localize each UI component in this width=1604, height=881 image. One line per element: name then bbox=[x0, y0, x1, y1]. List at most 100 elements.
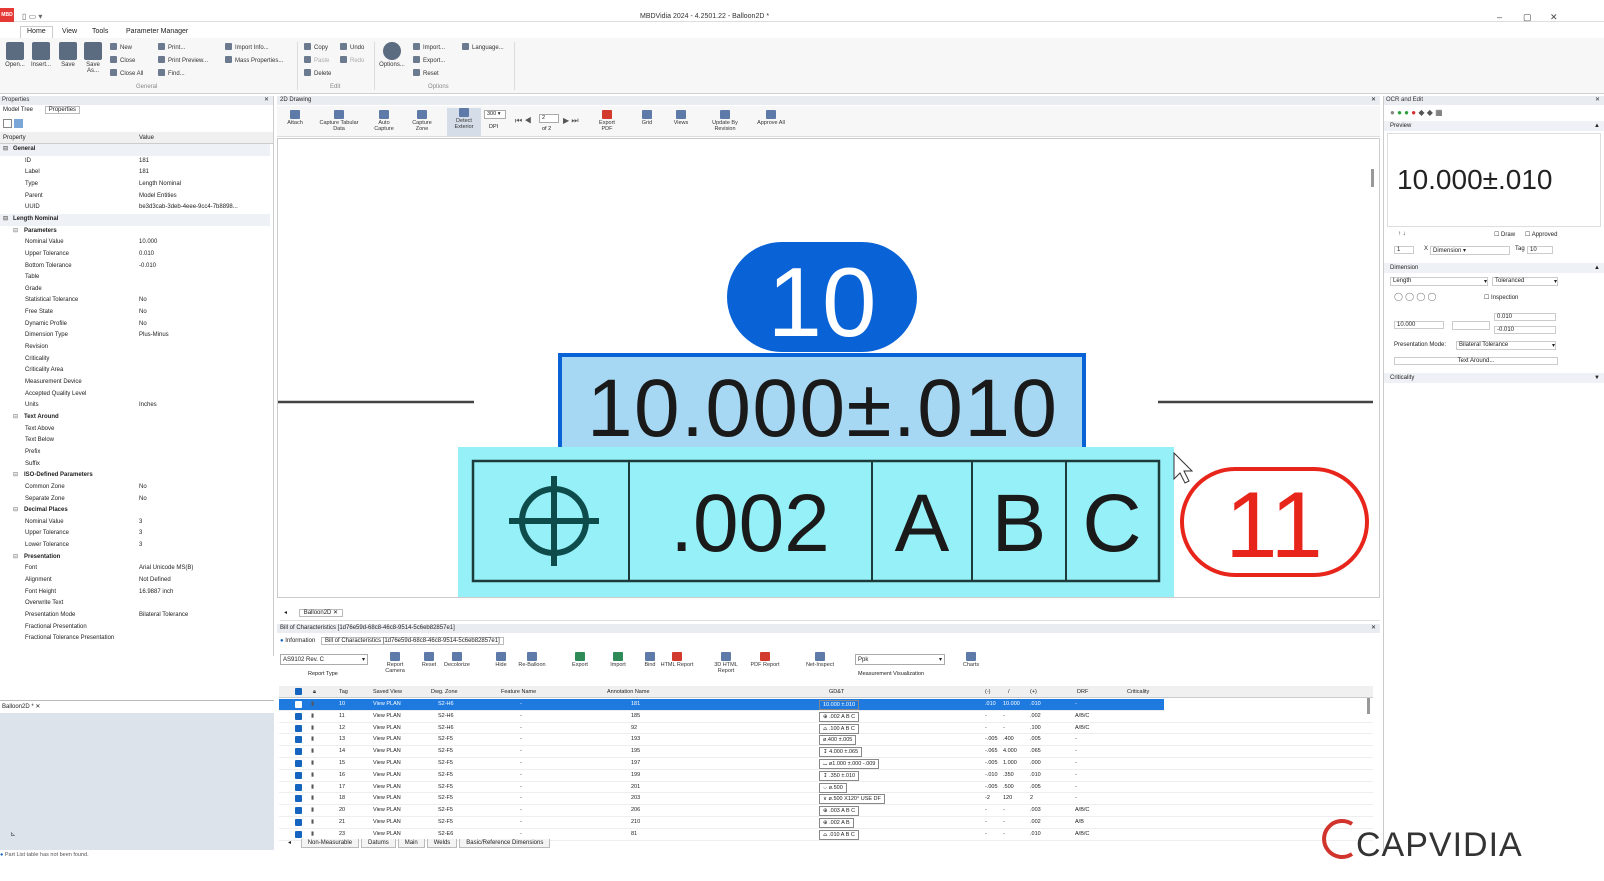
tab-welds[interactable]: Welds bbox=[426, 839, 458, 848]
menu-home[interactable]: Home bbox=[20, 26, 53, 38]
property-row[interactable]: Fractional Tolerance Presentation bbox=[0, 633, 270, 645]
print-button[interactable]: Print... bbox=[158, 43, 185, 51]
col-feature-name[interactable]: Feature Name bbox=[501, 686, 536, 698]
lock-icon[interactable]: ▮ bbox=[311, 758, 314, 770]
collapse-toggle-icon[interactable]: ⊟ bbox=[3, 144, 8, 156]
new-button[interactable]: New bbox=[110, 43, 132, 51]
collapse-toggle-icon[interactable]: ⊟ bbox=[13, 470, 18, 482]
property-row[interactable]: Grade bbox=[0, 284, 270, 296]
page-nav[interactable]: ⏮ ◀ bbox=[515, 116, 532, 126]
lower-tol-input[interactable]: -0.010 bbox=[1494, 326, 1556, 334]
property-row[interactable]: Nominal Value 3 bbox=[0, 517, 270, 529]
property-row[interactable]: ID 181 bbox=[0, 156, 270, 168]
vertical-scrollbar[interactable] bbox=[1371, 169, 1374, 187]
property-row[interactable]: Table bbox=[0, 272, 270, 284]
delete-icon[interactable]: ● bbox=[1411, 108, 1416, 117]
property-value[interactable]: Model Entities bbox=[139, 191, 177, 203]
rotate-icons[interactable]: ↑ ↓ bbox=[1398, 231, 1406, 237]
criticality-section-header[interactable]: Criticality ▼ bbox=[1384, 373, 1604, 383]
table-row[interactable]: ▮ 12 View PLAN S2-H6 - 92 ⌓ .100 A B C - - .100 A/… bbox=[279, 723, 1373, 735]
collapse-toggle-icon[interactable]: ⊟ bbox=[13, 505, 18, 517]
property-row[interactable]: Free State No bbox=[0, 307, 270, 319]
property-value[interactable]: 181 bbox=[139, 167, 149, 179]
nominal-input[interactable]: 10.000 bbox=[1394, 321, 1444, 329]
select-all-checkbox[interactable] bbox=[295, 688, 302, 695]
boc-tool-button[interactable]: PDF Report bbox=[748, 652, 782, 668]
property-row[interactable]: Criticality bbox=[0, 354, 270, 366]
minimize-button[interactable]: – bbox=[1497, 12, 1502, 22]
col-minus[interactable]: (-) bbox=[985, 686, 991, 698]
copy-button[interactable]: Copy bbox=[304, 43, 328, 51]
arrow-right-icon[interactable]: ◆ bbox=[1427, 108, 1433, 117]
symbol-select[interactable] bbox=[1452, 321, 1490, 330]
property-value[interactable]: No bbox=[139, 319, 147, 331]
text-around-button[interactable]: Text Around... bbox=[1394, 357, 1558, 365]
presentation-mode-select[interactable]: Bilateral Tolerance ▾ bbox=[1456, 341, 1556, 350]
property-value[interactable]: Not Defined bbox=[139, 575, 171, 587]
add-icon[interactable]: ● bbox=[1404, 108, 1409, 117]
property-value[interactable]: Plus-Minus bbox=[139, 330, 169, 342]
dimension-type-select[interactable]: Length ▾ bbox=[1390, 277, 1488, 286]
property-row[interactable]: Measurement Device bbox=[0, 377, 270, 389]
property-row[interactable]: Presentation Mode Bilateral Tolerance bbox=[0, 610, 270, 622]
property-row[interactable]: Bottom Tolerance -0.010 bbox=[0, 261, 270, 273]
col-saved-view[interactable]: Saved View bbox=[373, 686, 402, 698]
property-row[interactable]: Parent Model Entities bbox=[0, 191, 270, 203]
mini-panel-tab[interactable]: Balloon2D * ✕ bbox=[0, 701, 274, 713]
grid-button[interactable]: Grid bbox=[636, 110, 658, 126]
property-row[interactable]: Font Arial Unicode MS(B) bbox=[0, 563, 270, 575]
tab-model-tree[interactable]: Model Tree bbox=[3, 107, 33, 113]
collapse-toggle-icon[interactable]: ⊟ bbox=[13, 412, 18, 424]
property-value[interactable]: 181 bbox=[139, 156, 149, 168]
upper-tol-input[interactable]: 0.010 bbox=[1494, 313, 1556, 321]
boc-tool-button[interactable]: Export bbox=[563, 652, 597, 668]
import-button[interactable]: Import... bbox=[413, 43, 445, 51]
views-button[interactable]: Views bbox=[670, 110, 692, 126]
col-dwg-zone[interactable]: Dwg. Zone bbox=[431, 686, 458, 698]
property-value[interactable]: 3 bbox=[139, 540, 142, 552]
tab-balloon2d[interactable]: Balloon2D ✕ bbox=[298, 609, 344, 617]
table-row[interactable]: ▮ 17 View PLAN S2-F5 - 201 ⌵ ø.500 -.005 .500 .00… bbox=[279, 782, 1373, 794]
modifier-icons[interactable]: ◯ ◯ ◯ ◯ bbox=[1394, 292, 1436, 301]
menu-tools[interactable]: Tools bbox=[86, 28, 114, 35]
type-select[interactable]: Dimension ▾ bbox=[1430, 246, 1510, 255]
close-button[interactable]: ✕ bbox=[1550, 12, 1558, 23]
tag-input[interactable]: 10 bbox=[1527, 246, 1553, 254]
auto-capture-button[interactable]: Auto Capture bbox=[370, 110, 398, 132]
lock-icon[interactable]: ▮ bbox=[311, 817, 314, 829]
property-value[interactable]: 10.000 bbox=[139, 237, 157, 249]
property-row[interactable]: ⊟ Length Nominal bbox=[0, 213, 270, 226]
attach-button[interactable]: Attach bbox=[285, 110, 305, 126]
lock-icon[interactable]: ▮ bbox=[311, 793, 314, 805]
tab-datums[interactable]: Datums bbox=[361, 839, 396, 848]
import-info-button[interactable]: Import Info... bbox=[225, 43, 269, 51]
sorted-icon[interactable] bbox=[13, 119, 23, 128]
open-button[interactable]: Open... bbox=[4, 42, 26, 68]
close-icon[interactable]: ✕ bbox=[1595, 96, 1600, 105]
property-value[interactable]: No bbox=[139, 307, 147, 319]
collapse-toggle-icon[interactable]: ⊟ bbox=[13, 226, 18, 238]
boc-tool-button[interactable]: Hide bbox=[484, 652, 518, 668]
table-row[interactable]: ▮ 21 View PLAN S2-F5 - 210 ⊕ .002 A B - - .002 A/B bbox=[279, 817, 1373, 829]
close-all-button[interactable]: Close All bbox=[110, 69, 143, 77]
table-row[interactable]: ▮ 13 View PLAN S2-F5-193 ø.400 ±.005 -.005.40… bbox=[279, 734, 1373, 747]
property-row[interactable]: ⊟ Parameters bbox=[0, 226, 270, 238]
row-checkbox[interactable] bbox=[295, 795, 302, 803]
row-checkbox[interactable] bbox=[295, 807, 302, 815]
close-icon[interactable]: ✕ bbox=[1371, 96, 1376, 105]
property-row[interactable]: Text Below bbox=[0, 435, 270, 447]
insert-button[interactable]: Insert... bbox=[29, 42, 53, 68]
count-input[interactable]: 1 bbox=[1394, 246, 1414, 254]
row-checkbox[interactable] bbox=[295, 830, 302, 838]
property-row[interactable]: Upper Tolerance 3 bbox=[0, 528, 270, 540]
property-row[interactable]: Fractional Presentation bbox=[0, 622, 270, 634]
table-icon[interactable]: ▦ bbox=[1435, 108, 1443, 117]
report-type-select[interactable]: AS9102 Rev. C ▾ bbox=[280, 654, 368, 665]
property-row[interactable]: Nominal Value 10.000 bbox=[0, 237, 270, 249]
property-row[interactable]: Dimension Type Plus-Minus bbox=[0, 330, 270, 342]
tab-basic-reference[interactable]: Basic/Reference Dimensions bbox=[459, 839, 551, 848]
col-gdt[interactable]: GD&T bbox=[829, 686, 844, 698]
table-row[interactable]: ▮ 11 View PLAN S2-H6 - 185 ⊕ .002 A B C - - .002 A… bbox=[279, 711, 1373, 723]
boc-tool-button[interactable]: Net-Inspect bbox=[803, 652, 837, 668]
property-row[interactable]: ⊟ Presentation bbox=[0, 552, 270, 564]
